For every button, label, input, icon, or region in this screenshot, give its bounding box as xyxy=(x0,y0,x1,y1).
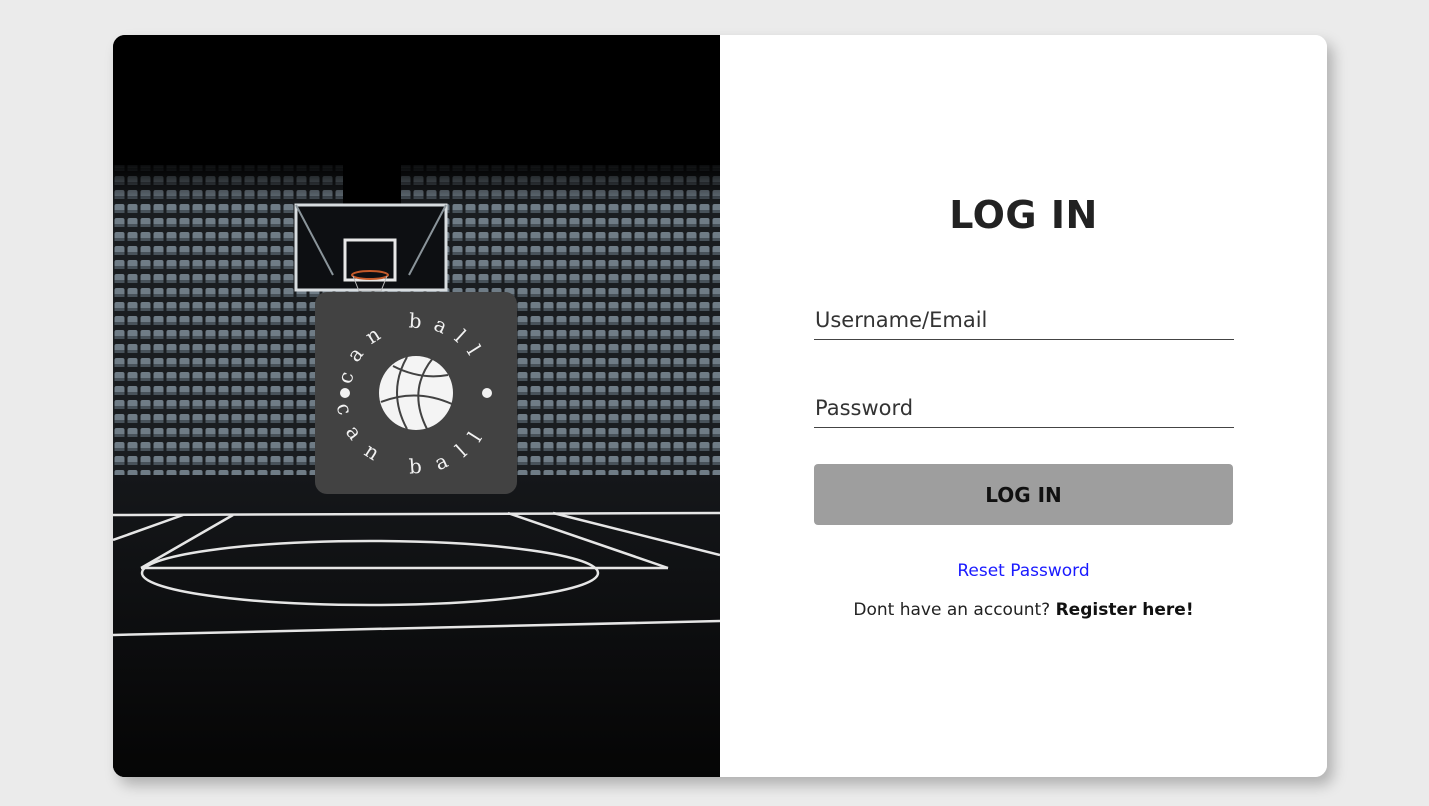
username-email-input[interactable] xyxy=(814,301,1234,340)
login-button[interactable]: LOG IN xyxy=(814,464,1233,525)
register-prompt-line: Dont have an account? Register here! xyxy=(720,600,1327,620)
register-link[interactable]: Register here! xyxy=(1056,600,1194,620)
basketball-icon xyxy=(379,356,453,430)
login-form-panel: LOG IN LOG IN Reset Password Dont have a… xyxy=(720,35,1327,777)
password-input[interactable] xyxy=(814,389,1234,428)
register-prompt-text: Dont have an account? xyxy=(853,600,1051,620)
page-title: LOG IN xyxy=(949,193,1098,237)
reset-password-link[interactable]: Reset Password xyxy=(720,561,1327,581)
arena-hero-image: can ball can ball xyxy=(113,35,720,777)
can-ball-logo: can ball can ball xyxy=(315,292,517,494)
login-card: can ball can ball LOG IN Username/Email … xyxy=(113,35,1327,777)
